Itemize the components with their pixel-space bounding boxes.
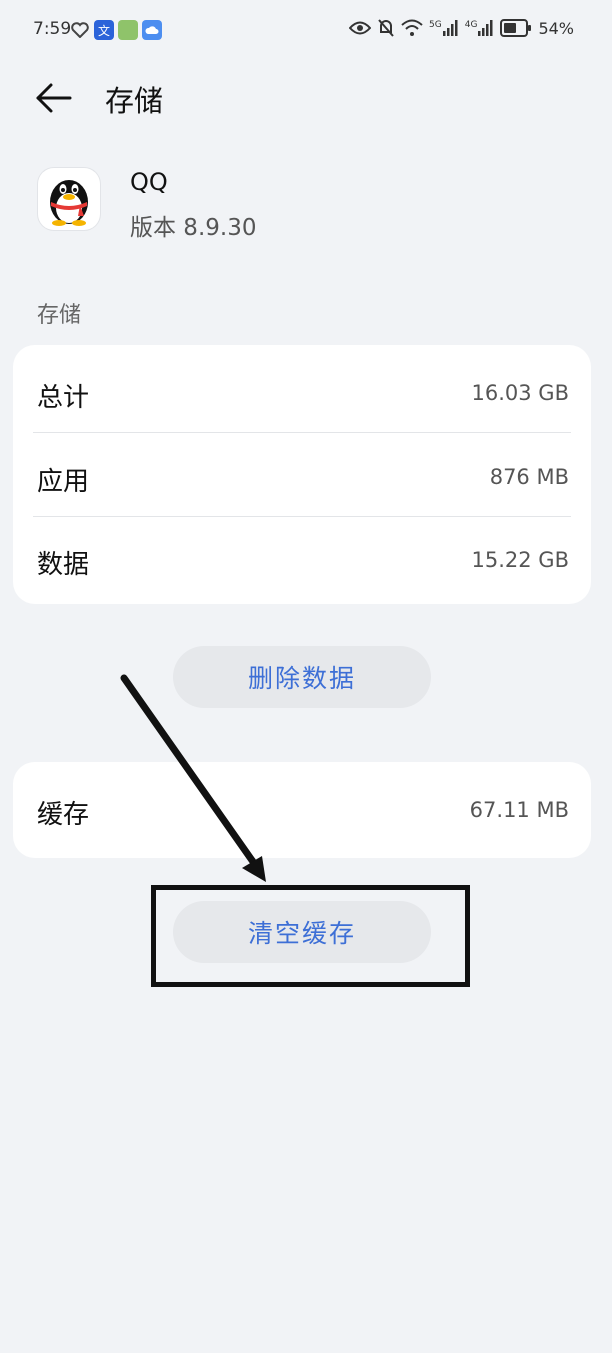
divider (33, 432, 571, 433)
notification-icons: 文 (70, 20, 162, 40)
page-title: 存储 (105, 84, 164, 118)
app-bar: 存储 (0, 66, 612, 130)
storage-row-app: 应用 876 MB (13, 435, 591, 519)
storage-row-data: 数据 15.22 GB (13, 518, 591, 602)
row-value: 67.11 MB (469, 798, 569, 822)
annotation-highlight-box (151, 885, 470, 987)
app-info: QQ 版本 8.9.30 (0, 160, 612, 250)
delete-data-button[interactable]: 删除数据 (173, 646, 431, 708)
row-label: 应用 (37, 467, 90, 497)
storage-section-label: 存储 (37, 303, 82, 328)
battery-icon (500, 19, 532, 37)
eye-icon (349, 21, 372, 35)
app-name: QQ (130, 168, 168, 196)
back-arrow-icon (36, 83, 72, 113)
row-label: 数据 (37, 550, 90, 580)
signal-bars-icon (478, 20, 493, 36)
row-label: 总计 (37, 383, 90, 413)
wen-app-icon: 文 (94, 20, 114, 40)
signal-bars-icon (442, 20, 458, 36)
game-app-icon (118, 20, 138, 40)
signal-4g: 4G (465, 20, 495, 36)
app-version: 版本 8.9.30 (130, 215, 257, 241)
cache-card: 缓存 67.11 MB (13, 762, 591, 858)
cloud-app-icon (142, 20, 162, 40)
status-indicators: 5G 4G 54% (349, 18, 574, 38)
back-button[interactable] (30, 76, 78, 120)
cache-row: 缓存 67.11 MB (13, 768, 591, 852)
wifi-icon (401, 19, 423, 36)
row-value: 876 MB (489, 465, 569, 489)
divider (33, 516, 571, 517)
battery-percent: 54% (538, 18, 574, 38)
qq-penguin-icon (38, 168, 100, 230)
row-value: 16.03 GB (471, 381, 569, 405)
storage-row-total: 总计 16.03 GB (13, 351, 591, 435)
row-label: 缓存 (37, 800, 90, 830)
network-5g-label: 5G (429, 20, 442, 30)
storage-card: 总计 16.03 GB 应用 876 MB 数据 15.22 GB (13, 345, 591, 604)
status-time: 7:59 (33, 19, 72, 39)
network-4g-label: 4G (464, 20, 478, 30)
signal-5g: 5G (429, 20, 459, 36)
row-value: 15.22 GB (471, 548, 569, 572)
heart-app-icon (70, 20, 90, 40)
status-bar: 7:59 文 5G 4G 54% (0, 0, 612, 60)
mute-bell-icon (378, 19, 394, 37)
